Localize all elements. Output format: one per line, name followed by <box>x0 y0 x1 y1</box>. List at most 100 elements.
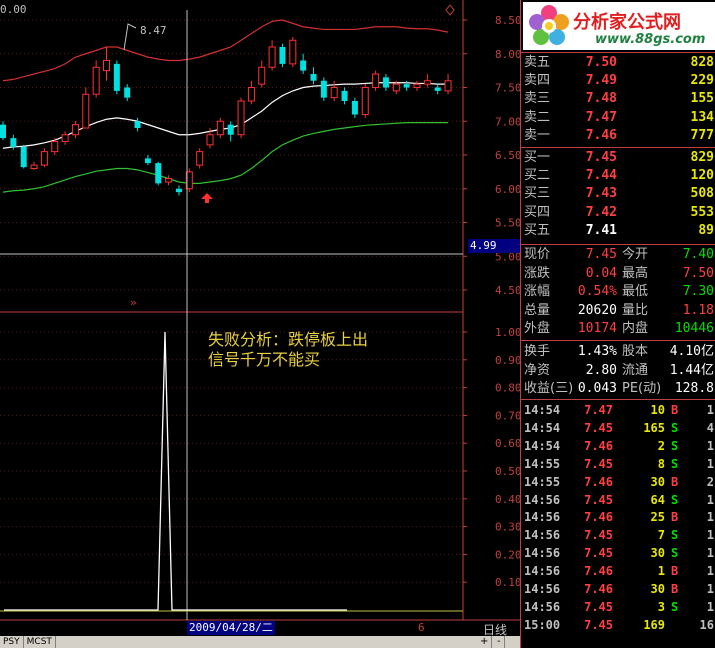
candle-body[interactable] <box>361 87 369 115</box>
quote-key: 最低 <box>622 284 649 299</box>
sell-order-row[interactable]: 卖一 7.46 777 <box>521 127 715 145</box>
candle-body[interactable] <box>392 83 400 92</box>
candle-body[interactable] <box>341 90 348 101</box>
candle-body[interactable] <box>165 178 173 183</box>
tick-row[interactable]: 14:55 7.46 30 B 2 <box>521 473 715 491</box>
candle-body[interactable] <box>134 121 141 128</box>
candle-body[interactable] <box>403 84 410 88</box>
candle-body[interactable] <box>40 151 48 166</box>
candle-body[interactable] <box>444 80 452 92</box>
tick-volume: 7 <box>657 528 665 543</box>
candle-body[interactable] <box>30 164 38 169</box>
order-label: 卖一 <box>524 127 551 143</box>
order-label: 卖三 <box>524 91 551 107</box>
candle-body[interactable] <box>216 120 224 136</box>
sell-order-row[interactable]: 卖五 7.50 828 <box>521 54 715 72</box>
candle-body[interactable] <box>279 47 286 64</box>
zoom-in-button[interactable]: + <box>477 636 493 648</box>
chart-area[interactable]: 8.50 8.00 7.50 7.00 6.50 6.00 5.50 5.00 4.50 8.47… <box>0 0 520 648</box>
candle-body[interactable] <box>413 83 421 88</box>
tick-time: 14:56 <box>524 582 561 596</box>
candle-body[interactable] <box>289 39 297 65</box>
candle-body[interactable] <box>155 163 162 184</box>
candle-body[interactable] <box>258 66 266 85</box>
candle-body[interactable] <box>10 138 17 147</box>
candle-body[interactable] <box>0 124 6 139</box>
candle-body[interactable] <box>92 66 100 95</box>
tick-count: 1 <box>706 546 714 561</box>
quote-key: 涨跌 <box>524 265 551 281</box>
tick-row[interactable]: 14:56 7.45 30 S 1 <box>521 544 715 562</box>
cursor-date-label: 2009/04/28/二 <box>187 621 275 635</box>
candle-body[interactable] <box>175 188 182 193</box>
tick-row[interactable]: 14:54 7.47 10 B 1 <box>521 401 715 419</box>
tick-row[interactable]: 14:56 7.46 30 B 1 <box>521 580 715 598</box>
y-tick-label: 0.40 <box>495 493 520 506</box>
tab-psy[interactable]: PSY <box>0 636 24 648</box>
candle-body[interactable] <box>382 77 389 88</box>
separator <box>521 147 715 148</box>
tick-row[interactable]: 14:56 7.45 3 S 1 <box>521 598 715 616</box>
candle-body[interactable] <box>20 146 27 168</box>
candle-body[interactable] <box>372 73 380 88</box>
candle-body[interactable] <box>237 100 245 136</box>
zoom-out-button[interactable]: - <box>494 636 505 648</box>
tick-direction: B <box>671 474 679 489</box>
candle-body[interactable] <box>351 101 358 115</box>
candle-body[interactable] <box>113 63 120 91</box>
candle-body[interactable] <box>124 87 131 98</box>
candle-body[interactable] <box>82 93 90 129</box>
candle-body[interactable] <box>51 141 59 153</box>
candle-body[interactable] <box>434 87 441 91</box>
buy-order-row[interactable]: 买四 7.42 553 <box>521 204 715 222</box>
candle-body[interactable] <box>330 87 338 99</box>
candle-body[interactable] <box>196 151 204 166</box>
scroll-marker[interactable]: » <box>130 296 137 309</box>
candle-body[interactable] <box>423 80 431 85</box>
tick-row[interactable]: 14:55 7.45 8 S 1 <box>521 455 715 473</box>
candle-body[interactable] <box>247 87 255 102</box>
order-volume: 89 <box>698 222 714 238</box>
sell-order-row[interactable]: 卖三 7.48 155 <box>521 90 715 108</box>
tick-volume: 8 <box>657 456 665 471</box>
candle-body[interactable] <box>227 124 234 135</box>
tick-row[interactable]: 14:56 7.46 25 B 1 <box>521 508 715 526</box>
quote-key: 现价 <box>524 247 551 262</box>
buy-order-row[interactable]: 买三 7.43 508 <box>521 185 715 203</box>
tick-row[interactable]: 14:54 7.46 2 S 1 <box>521 437 715 455</box>
logo-title: 分析家公式网 <box>573 12 681 33</box>
tick-volume: 30 <box>650 582 665 596</box>
quote-value: 0.54% <box>577 284 617 299</box>
tick-row[interactable]: 14:56 7.46 1 B 1 <box>521 562 715 580</box>
tick-count: 1 <box>706 528 714 543</box>
peak-marker <box>123 23 137 51</box>
sell-order-row[interactable]: 卖二 7.47 134 <box>521 109 715 127</box>
tick-row[interactable]: 14:56 7.45 7 S 1 <box>521 526 715 544</box>
chart-canvas[interactable]: 8.508.007.507.006.506.005.505.004.508.47… <box>0 0 520 648</box>
quote-key: 总量 <box>524 302 551 318</box>
buy-order-row[interactable]: 买一 7.45 829 <box>521 149 715 167</box>
candle-body[interactable] <box>103 60 110 72</box>
tick-volume: 64 <box>650 492 665 507</box>
sell-order-row[interactable]: 卖四 7.49 229 <box>521 72 715 90</box>
candle-body[interactable] <box>144 158 151 164</box>
candle-body[interactable] <box>310 74 317 81</box>
tick-row[interactable]: 14:54 7.45 165 S 4 <box>521 419 715 437</box>
candle-body[interactable] <box>71 124 79 136</box>
tick-row[interactable]: 14:56 7.45 64 S 1 <box>521 491 715 509</box>
candle-body[interactable] <box>206 134 214 146</box>
tick-row[interactable]: 15:00 7.45 169 16 <box>521 616 715 634</box>
candle-body[interactable] <box>300 60 307 71</box>
separator <box>521 244 715 245</box>
finance-key: 净资 <box>524 362 551 378</box>
logo-url[interactable]: www.88gs.com <box>595 32 705 47</box>
candle-body[interactable] <box>320 80 327 98</box>
lower-band-line <box>2 121 449 193</box>
buy-order-row[interactable]: 买五 7.41 89 <box>521 222 715 240</box>
buy-order-row[interactable]: 买二 7.44 120 <box>521 167 715 185</box>
tick-direction: S <box>671 492 679 507</box>
candle-body[interactable] <box>61 134 69 142</box>
tab-mcst[interactable]: MCST <box>24 636 56 648</box>
diamond-icon[interactable] <box>445 4 455 16</box>
candle-body[interactable] <box>268 46 276 68</box>
